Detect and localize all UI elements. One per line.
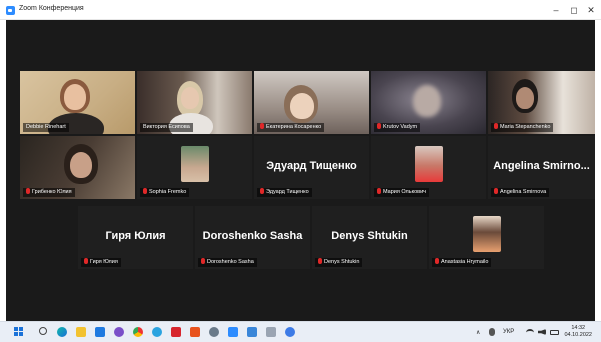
office-icon[interactable] — [190, 327, 200, 337]
profile-picture — [414, 146, 443, 182]
close-button[interactable]: ✕ — [583, 3, 599, 17]
muted-icon — [318, 258, 322, 264]
viber-icon[interactable] — [114, 327, 124, 337]
teams-icon[interactable] — [95, 327, 105, 337]
participant-name: Виктория Есипова — [140, 123, 193, 132]
search-icon[interactable] — [39, 327, 47, 335]
participant-tile-denys-shtukin[interactable]: Denys Shtukin Denys Shtukin — [312, 206, 427, 269]
telegram-icon[interactable] — [152, 327, 162, 337]
participant-tile-hyria-yulia[interactable]: Гиря Юлия Гиря Юлия — [78, 206, 193, 269]
clock-time: 14:32 — [571, 325, 586, 331]
muted-icon — [84, 258, 88, 264]
participant-name: Екатерина Косаренко — [257, 123, 325, 132]
muted-icon — [494, 188, 498, 194]
participant-display-name: Гиря Юлия — [105, 230, 166, 242]
zoom-icon[interactable] — [228, 327, 238, 337]
participant-name: Denys Shtukin — [315, 258, 363, 267]
photos-icon[interactable] — [247, 327, 257, 337]
participant-tile-debbie-rinehart[interactable]: Debbie Rinehart — [20, 71, 135, 134]
participant-name: Angelina Smirnova — [491, 188, 550, 197]
participant-display-name: Doroshenko Sasha — [202, 230, 303, 242]
participant-tile-maria-olkovych[interactable]: Мария Олькович — [371, 136, 486, 199]
participant-tile-anastasia-hrymailo[interactable]: Anastasia Hrymailo — [429, 206, 544, 269]
store-icon[interactable] — [285, 327, 295, 337]
participant-tile-doroshenko-sasha[interactable]: Doroshenko Sasha Doroshenko Sasha — [195, 206, 310, 269]
acrobat-icon[interactable] — [171, 327, 181, 337]
system-clock[interactable]: 14:32 04.10.2022 — [564, 325, 592, 339]
muted-icon — [435, 258, 439, 264]
participant-name: Anastasia Hrymailo — [432, 258, 492, 267]
participant-name: Maria Stepanchenko — [491, 123, 554, 132]
muted-icon — [260, 188, 264, 194]
zoom-app-icon — [6, 6, 15, 15]
edge-icon[interactable] — [57, 327, 67, 337]
participant-name: Мария Олькович — [374, 188, 430, 197]
participant-tile-hrybenko-yulia[interactable]: Грибенко Юлия — [20, 136, 135, 199]
windows-taskbar: ∧ УКР 14:32 04.10.2022 — [0, 321, 601, 342]
muted-icon — [494, 123, 498, 129]
participant-tile-ekaterina-kosarenko[interactable]: Екатерина Косаренко — [254, 71, 369, 134]
participant-tile-angelina-smirnova[interactable]: Angelina Smirno... Angelina Smirnova — [488, 136, 595, 199]
windows-start-icon[interactable] — [14, 327, 24, 337]
profile-picture — [472, 216, 501, 252]
muted-icon — [377, 188, 381, 194]
muted-icon — [201, 258, 205, 264]
participant-display-name: Denys Shtukin — [331, 230, 408, 242]
participant-tile-sophia-fremko[interactable]: Sophia Fremko — [137, 136, 252, 199]
muted-icon — [143, 188, 147, 194]
muted-icon — [260, 123, 264, 129]
participant-tile-maria-stepanchenko[interactable]: Maria Stepanchenko — [488, 71, 595, 134]
participant-name: Debbie Rinehart — [23, 123, 69, 132]
maximize-button[interactable]: ◻ — [566, 3, 582, 17]
microphone-icon[interactable] — [489, 328, 495, 336]
word-icon[interactable] — [266, 327, 276, 337]
window-titlebar: Zoom Конференция – ◻ ✕ — [0, 0, 601, 20]
participant-tile-viktoria-esipova[interactable]: Виктория Есипова — [137, 71, 252, 134]
tray-overflow-chevron[interactable]: ∧ — [476, 329, 480, 336]
muted-icon — [377, 123, 381, 129]
settings-icon[interactable] — [209, 327, 219, 337]
participant-tile-eduard-tyshchenko[interactable]: Эдуард Тищенко Эдуард Тищенко — [254, 136, 369, 199]
file-explorer-icon[interactable] — [76, 327, 86, 337]
participant-name: Doroshenko Sasha — [198, 258, 257, 267]
participant-name: Эдуард Тищенко — [257, 188, 312, 197]
language-indicator[interactable]: УКР — [503, 329, 514, 335]
clock-date: 04.10.2022 — [564, 332, 592, 338]
participant-display-name: Эдуард Тищенко — [266, 160, 357, 172]
profile-picture — [180, 146, 209, 182]
participant-display-name: Angelina Smirno... — [493, 160, 590, 172]
wifi-icon[interactable] — [526, 329, 534, 336]
participant-name: Sophia Fremko — [140, 188, 190, 197]
participant-name: Krutov Vadym — [374, 123, 421, 132]
participant-name: Грибенко Юлия — [23, 188, 75, 197]
window-title: Zoom Конференция — [19, 5, 84, 12]
chrome-icon[interactable] — [133, 327, 143, 337]
participant-tile-krutov-vadym[interactable]: Krutov Vadym — [371, 71, 486, 134]
gallery-view: Debbie Rinehart Виктория Есипова Екатери… — [6, 20, 595, 321]
minimize-button[interactable]: – — [548, 3, 564, 17]
participant-name: Гиря Юлия — [81, 258, 121, 267]
muted-icon — [26, 188, 30, 194]
volume-icon[interactable] — [538, 329, 546, 335]
battery-icon[interactable] — [550, 330, 559, 335]
